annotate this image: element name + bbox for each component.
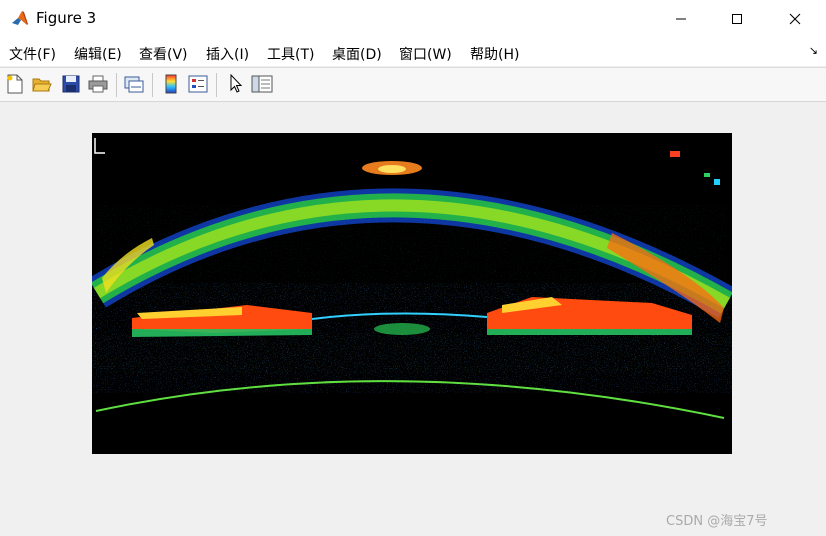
save-icon [62, 75, 80, 93]
link-plot-button[interactable] [123, 73, 145, 95]
new-document-icon [7, 74, 23, 94]
property-inspector-button[interactable] [251, 73, 273, 95]
menu-bar: 文件(F) 编辑(E) 查看(V) 插入(I) 工具(T) 桌面(D) 窗口(W… [0, 38, 826, 66]
toolbar-separator [152, 73, 153, 97]
menu-desktop[interactable]: 桌面(D) [332, 44, 382, 64]
close-icon [789, 13, 801, 25]
matlab-icon [10, 9, 30, 29]
figure-toolbar [0, 67, 826, 102]
toolbar-separator [216, 73, 217, 97]
folder-open-icon [32, 78, 52, 92]
pointer-arrow-icon [230, 74, 243, 93]
minimize-button[interactable] [652, 0, 710, 38]
edit-plot-button[interactable] [225, 73, 247, 95]
toolbar-separator [116, 73, 117, 97]
printer-icon [88, 75, 108, 93]
window-title: Figure 3 [36, 9, 97, 27]
link-plot-icon [124, 76, 144, 93]
new-figure-button[interactable] [4, 73, 26, 95]
menu-file[interactable]: 文件(F) [9, 44, 56, 64]
print-figure-button[interactable] [87, 73, 109, 95]
menu-window[interactable]: 窗口(W) [399, 44, 452, 64]
menu-view[interactable]: 查看(V) [139, 44, 188, 64]
insert-legend-button[interactable] [187, 73, 209, 95]
watermark-text: CSDN @海宝7号 [666, 514, 768, 529]
property-inspector-icon [251, 75, 273, 93]
oct-scan-image [88, 133, 736, 454]
maximize-icon [732, 14, 742, 24]
colorbar-icon [165, 74, 177, 94]
open-file-button[interactable] [31, 73, 53, 95]
save-figure-button[interactable] [60, 73, 82, 95]
maximize-button[interactable] [708, 0, 766, 38]
toolbar-dock-arrow-icon[interactable]: ↘ [809, 44, 818, 57]
figure-image-axes[interactable] [88, 133, 736, 454]
menu-insert[interactable]: 插入(I) [206, 44, 249, 64]
legend-icon [188, 75, 208, 93]
menu-help[interactable]: 帮助(H) [470, 44, 519, 64]
title-bar: Figure 3 [0, 0, 826, 38]
menu-tools[interactable]: 工具(T) [267, 44, 314, 64]
close-button[interactable] [766, 0, 824, 38]
minimize-icon [676, 18, 686, 20]
insert-colorbar-button[interactable] [160, 73, 182, 95]
menu-edit[interactable]: 编辑(E) [74, 44, 122, 64]
